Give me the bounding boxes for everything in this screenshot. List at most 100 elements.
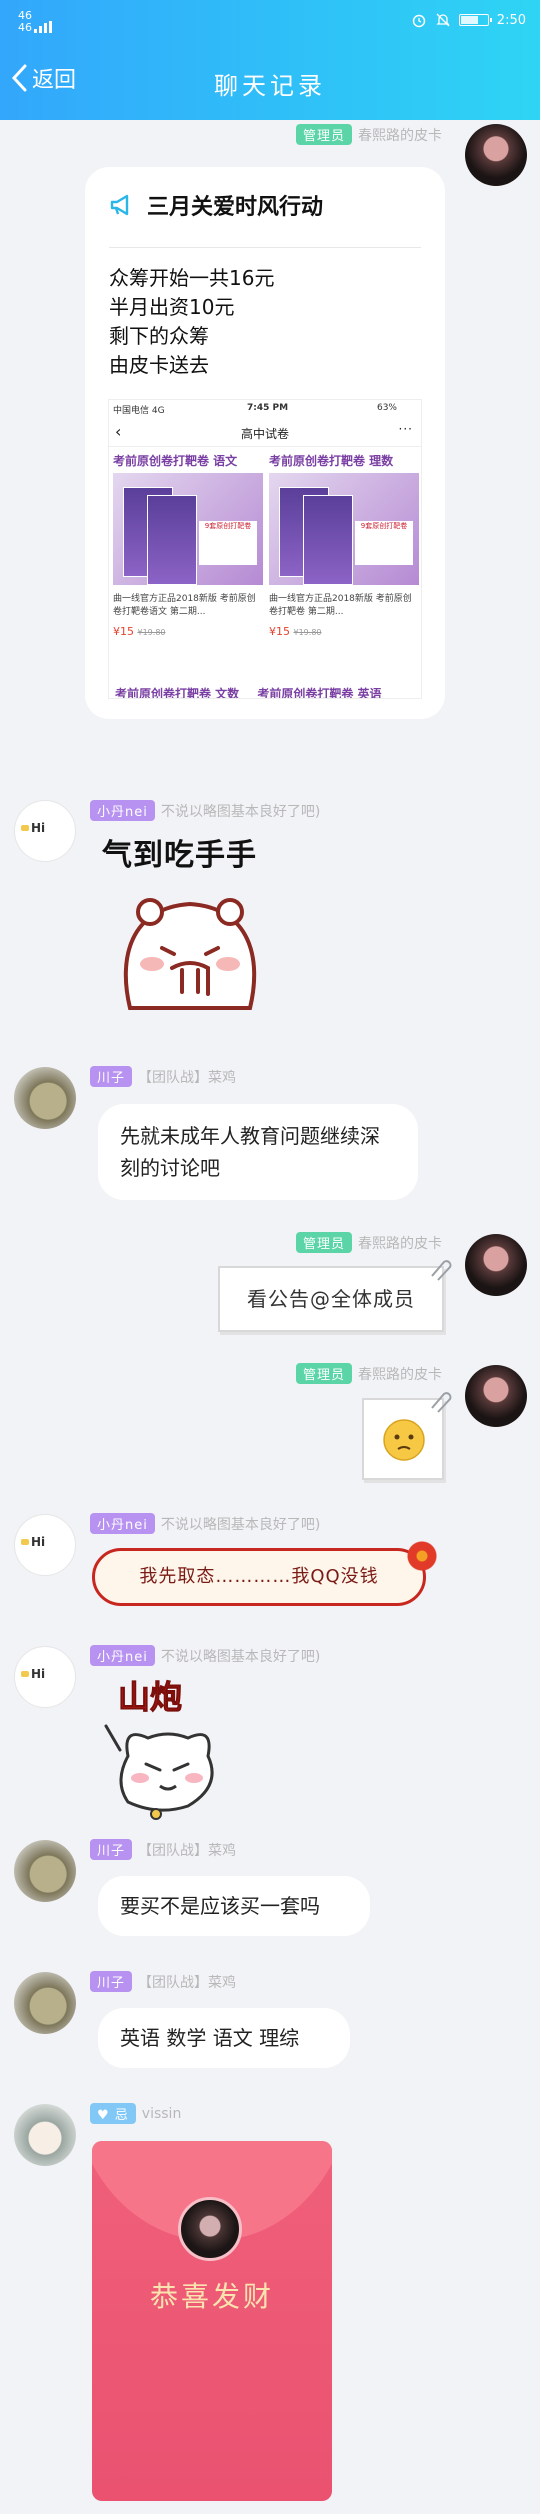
- sender-name: 春熙路的皮卡: [358, 127, 442, 144]
- sticker-caption: 气到吃手手: [102, 838, 257, 873]
- avatar[interactable]: Hi: [14, 1646, 76, 1708]
- avatar-text: Hi: [31, 1535, 46, 1549]
- avatar[interactable]: [14, 1840, 76, 1902]
- note-bubble[interactable]: 看公告@全体成员: [218, 1260, 452, 1332]
- screenshot-carrier: 中国电信 4G: [113, 406, 165, 416]
- product-item: 考前原创卷打靶卷 理数 9套原创打靶卷 曲一线官方正品2018新版 考前原创卷打…: [269, 452, 419, 692]
- sender-meta: 管理员 春熙路的皮卡: [295, 1363, 442, 1384]
- card-line-4: 由皮卡送去: [109, 353, 209, 377]
- paperclip-icon: [431, 1260, 452, 1281]
- sender-meta: 川子 【团队战】菜鸡: [90, 1839, 236, 1860]
- message-text: 英语 数学 语文 理综: [120, 2026, 300, 2050]
- book-cover: [147, 495, 197, 585]
- status-bar-right: 2:50: [411, 12, 526, 28]
- styled-bubble[interactable]: 我先取态…………我QQ没钱: [92, 1548, 426, 1606]
- screenshot-battery: 63%: [376, 403, 397, 413]
- role-tag: 管理员: [295, 1363, 352, 1384]
- red-packet[interactable]: 恭喜发财: [92, 2141, 332, 2501]
- role-tag: 川子: [90, 1066, 133, 1087]
- next-title: 考前原创卷打靶卷 英语: [257, 687, 382, 699]
- role-tag: 小丹nei: [90, 800, 155, 821]
- product-title: 考前原创卷打靶卷 语文: [113, 454, 238, 468]
- mute-bell-icon: [436, 13, 450, 27]
- book-cover: [303, 495, 353, 585]
- signal-icon: [34, 21, 56, 33]
- shared-post-card[interactable]: 三月关爱时风行动 众筹开始一共16元 半月出资10元 剩下的众筹 由皮卡送去 中…: [85, 167, 445, 719]
- red-packet-avatar: [178, 2197, 242, 2261]
- screenshot-status-bar: 中国电信 4G 7:45 PM 63%: [109, 400, 421, 418]
- avatar[interactable]: [465, 1365, 527, 1427]
- old-price: ¥19.80: [137, 628, 166, 637]
- price-value: ¥15: [269, 625, 290, 638]
- card-heading: 三月关爱时风行动: [109, 189, 323, 221]
- emoji-bubble[interactable]: [362, 1392, 452, 1480]
- avatar-text: Hi: [31, 1667, 46, 1681]
- card-line-2: 半月出资10元: [109, 295, 235, 319]
- old-price: ¥19.80: [293, 628, 322, 637]
- sender-meta: 川子 【团队战】菜鸡: [90, 1971, 236, 1992]
- status-bar-left: 46 46: [18, 10, 56, 33]
- screenshot-nav: ‹ 高中试卷 ···: [109, 420, 421, 447]
- app-header: 46 46 2:50 返回 聊天记录: [0, 0, 540, 120]
- product-sticker: 9套原创打靶卷: [199, 521, 257, 565]
- sender-meta: ♥ 忌 vissin: [90, 2103, 181, 2124]
- product-image: 9套原创打靶卷: [113, 473, 263, 585]
- avatar[interactable]: [465, 124, 527, 186]
- role-tag: 川子: [90, 1971, 133, 1992]
- note-text: 看公告@全体成员: [247, 1287, 415, 1311]
- sender-name: 春熙路的皮卡: [358, 1235, 442, 1252]
- price-value: ¥15: [113, 625, 134, 638]
- product-price: ¥15 ¥19.80: [269, 625, 419, 638]
- sender-meta: 小丹nei 不说以略图基本良好了吧): [90, 800, 320, 821]
- role-tag: 小丹nei: [90, 1645, 155, 1666]
- divider: [109, 247, 421, 248]
- sticker-cat[interactable]: 山炮: [98, 1672, 248, 1822]
- avatar-pattern: [21, 1671, 29, 1677]
- message-text: 先就未成年人教育问题继续深刻的讨论吧: [120, 1124, 380, 1180]
- sender-name: vissin: [141, 2105, 182, 2122]
- sad-face-emoji-icon: [383, 1419, 425, 1461]
- more-dots-icon: ···: [398, 422, 413, 436]
- message-text: 我先取态…………我QQ没钱: [139, 1566, 379, 1587]
- network-type: 46: [18, 21, 32, 34]
- sticker-caption: 山炮: [117, 1678, 183, 1717]
- message-bubble[interactable]: 英语 数学 语文 理综: [98, 2008, 350, 2068]
- avatar[interactable]: [465, 1234, 527, 1296]
- avatar[interactable]: [14, 1972, 76, 2034]
- avatar[interactable]: [14, 2104, 76, 2166]
- avatar[interactable]: Hi: [14, 800, 76, 862]
- card-line-1: 众筹开始一共16元: [109, 266, 275, 290]
- screenshot-title: 高中试卷: [240, 427, 289, 441]
- avatar[interactable]: [14, 1067, 76, 1129]
- message-bubble[interactable]: 要买不是应该买一套吗: [98, 1876, 370, 1936]
- embedded-screenshot[interactable]: 中国电信 4G 7:45 PM 63% ‹ 高中试卷 ··· 考前原创卷打靶卷 …: [108, 399, 422, 699]
- avatar[interactable]: Hi: [14, 1514, 76, 1576]
- sender-meta: 管理员 春熙路的皮卡: [295, 1232, 442, 1253]
- message-text: 要买不是应该买一套吗: [120, 1894, 320, 1918]
- carrier-indicator: 46: [18, 9, 32, 22]
- alarm-icon: [412, 14, 426, 28]
- sender-meta: 管理员 春熙路的皮卡: [295, 124, 442, 145]
- sender-name: 不说以略图基本良好了吧): [160, 1648, 321, 1665]
- product-desc: 曲一线官方正品2018新版 考前原创卷打靶卷语文 第二期...: [113, 594, 256, 617]
- sender-meta: 小丹nei 不说以略图基本良好了吧): [90, 1513, 320, 1534]
- sticker-angry-bear[interactable]: 气到吃手手: [92, 826, 282, 1026]
- sender-name: 不说以略图基本良好了吧): [160, 1516, 321, 1533]
- clock: 2:50: [496, 12, 526, 28]
- next-row-titles: 考前原创卷打靶卷 文数 考前原创卷打靶卷 英语: [115, 685, 382, 699]
- sender-name: 【团队战】菜鸡: [138, 1069, 237, 1086]
- product-title: 考前原创卷打靶卷 理数: [269, 454, 394, 468]
- role-tag: 管理员: [295, 124, 352, 145]
- page-title: 聊天记录: [214, 72, 326, 100]
- role-tag: 小丹nei: [90, 1513, 155, 1534]
- message-bubble[interactable]: 先就未成年人教育问题继续深刻的讨论吧: [98, 1104, 418, 1200]
- product-desc: 曲一线官方正品2018新版 考前原创卷打靶卷 第二期...: [269, 594, 412, 617]
- sender-name: 【团队战】菜鸡: [138, 1974, 237, 1991]
- next-title: 考前原创卷打靶卷 文数: [115, 687, 240, 699]
- product-price: ¥15 ¥19.80: [113, 625, 263, 638]
- bear-face-icon: [123, 898, 257, 1010]
- avatar-pattern: [21, 825, 29, 831]
- product-image: 9套原创打靶卷: [269, 473, 419, 585]
- sender-meta: 川子 【团队战】菜鸡: [90, 1066, 236, 1087]
- paperclip-icon: [431, 1392, 452, 1413]
